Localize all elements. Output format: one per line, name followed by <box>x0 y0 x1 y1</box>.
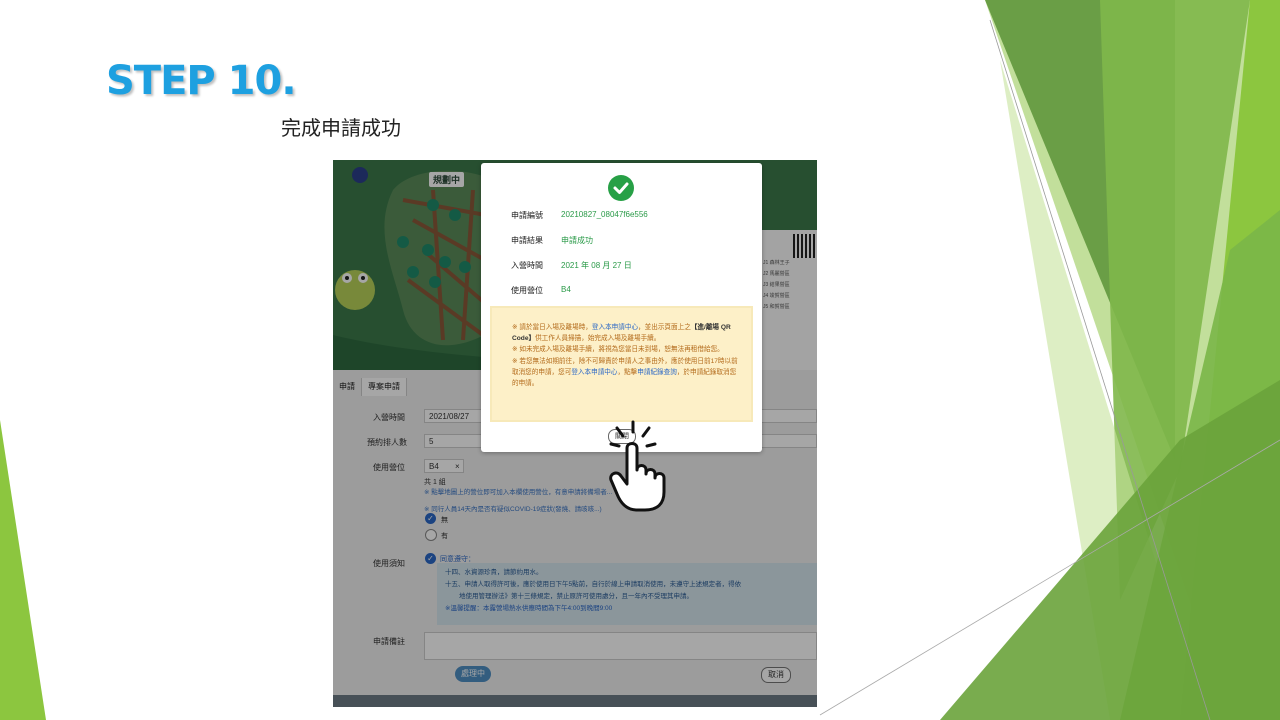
success-modal: 申請編號 20210827_08047f6e556 申請結果 申請成功 入營時間… <box>481 163 762 452</box>
record-query-link[interactable]: 申請紀錄查詢 <box>637 369 677 376</box>
modal-value-result: 申請成功 <box>561 236 593 245</box>
login-center-link-2[interactable]: 登入本申請中心 <box>571 369 617 376</box>
modal-value-date: 2021 年 08 月 27 日 <box>561 261 632 270</box>
modal-value-id: 20210827_08047f6e556 <box>561 210 648 219</box>
notice-text: ※ 請於當日入場及離場時， <box>512 324 592 331</box>
modal-notice: ※ 請於當日入場及離場時，登入本申請中心，並出示頁面上之【進/離場 QR Cod… <box>492 308 751 420</box>
notice-para-1: ※ 請於當日入場及離場時，登入本申請中心，並出示頁面上之【進/離場 QR Cod… <box>512 322 741 344</box>
notice-para-2: ※ 如未完成入場及離場手續，將視為您當日未到場，恕無法再租借給您。 <box>512 346 724 354</box>
notice-text: ，並出示頁面上之 <box>638 324 691 331</box>
modal-label-id: 申請編號 <box>511 211 543 220</box>
notice-text: 供工作人員掃描，始完成入場及離場手續。 <box>535 335 661 343</box>
modal-label-camp: 使用營位 <box>511 286 543 295</box>
notice-para-3: ※ 若您無法如期前往，除不可歸責於申請人之事由外，應於使用日前17時以前取消您的… <box>512 356 741 390</box>
modal-label-date: 入營時間 <box>511 261 543 270</box>
hand-pointer-icon <box>609 420 666 512</box>
modal-label-result: 申請結果 <box>511 236 543 245</box>
notice-text: ，點擊 <box>617 368 638 376</box>
embedded-screenshot: 規劃中 J1 森林王子 J2 馬麗營區 J3 結果營區 J4 竣賀營區 J5 和… <box>333 160 817 707</box>
check-circle-icon <box>608 175 634 201</box>
modal-value-camp: B4 <box>561 285 571 294</box>
login-center-link[interactable]: 登入本申請中心 <box>592 324 638 331</box>
step-subtitle: 完成申請成功 <box>281 118 401 140</box>
step-title: STEP 10. <box>106 58 297 104</box>
